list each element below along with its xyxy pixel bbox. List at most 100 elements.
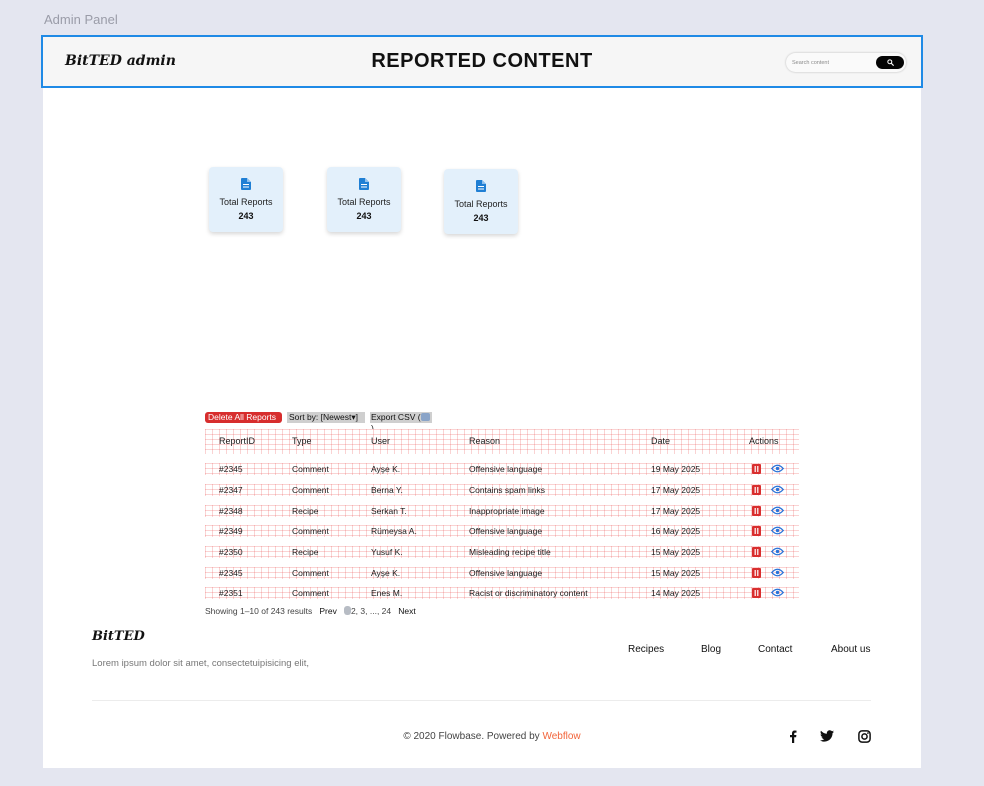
reason-cell: Contains spam links <box>469 485 546 495</box>
reason-cell: Offensive language <box>469 464 543 474</box>
eye-icon[interactable] <box>771 568 784 577</box>
date-cell: 17 May 2025 <box>651 506 701 516</box>
page-number-links[interactable]: 2, 3, ..., 24 <box>351 606 391 616</box>
type-cell: Recipe <box>292 547 319 557</box>
sort-dropdown[interactable]: Sort by: [Newest▾] <box>287 412 365 423</box>
trash-icon[interactable] <box>752 485 761 495</box>
footer-link-about-us[interactable]: About us <box>831 644 870 655</box>
export-csv-button[interactable]: Export CSV () <box>370 412 432 433</box>
admin-panel-label: Admin Panel <box>44 12 118 27</box>
prev-page-link[interactable]: Prev <box>319 606 336 616</box>
date-cell: 17 May 2025 <box>651 485 701 495</box>
table-row: #2350 Recipe Yusuf K. Misleading recipe tit… <box>205 546 799 558</box>
text-cursor-icon <box>343 606 351 615</box>
footer-link-contact[interactable]: Contact <box>758 644 792 655</box>
reason-cell: Offensive language <box>469 568 543 578</box>
eye-icon[interactable] <box>771 588 784 597</box>
date-cell: 15 May 2025 <box>651 568 701 578</box>
facebook-icon[interactable] <box>789 730 797 743</box>
stat-label: Total Reports <box>454 199 508 209</box>
footer-divider <box>92 700 871 701</box>
search-icon <box>886 59 894 66</box>
results-count: Showing 1–10 of 243 results <box>205 606 313 616</box>
table-row: #2345 Comment Ayşe K. Offensive language 19 … <box>205 463 799 475</box>
trash-icon[interactable] <box>752 464 761 474</box>
stat-value: 243 <box>473 213 489 223</box>
report-id-cell: #2345 <box>219 568 243 578</box>
date-cell: 15 May 2025 <box>651 547 701 557</box>
column-header[interactable]: ReportID <box>219 436 255 446</box>
trash-icon[interactable] <box>752 568 761 578</box>
instagram-icon[interactable] <box>858 730 871 743</box>
column-header[interactable]: Type <box>292 436 312 446</box>
footer-brand-logo[interactable]: BitTED <box>92 629 145 644</box>
column-header: Actions <box>749 436 779 446</box>
table-row: #2345 Comment Ayşe K. Offensive language 15 … <box>205 567 799 579</box>
trash-icon[interactable] <box>752 588 761 598</box>
document-icon <box>359 178 369 190</box>
eye-icon[interactable] <box>771 485 784 494</box>
webflow-link[interactable]: Webflow <box>542 731 580 742</box>
type-cell: Comment <box>292 588 329 598</box>
footer-link-recipes[interactable]: Recipes <box>628 644 664 655</box>
copyright-prefix: © 2020 Flowbase. Powered by <box>403 731 543 742</box>
twitter-icon[interactable] <box>820 730 834 742</box>
reason-cell: Racist or discriminatory content <box>469 588 588 598</box>
column-header[interactable]: User <box>371 436 390 446</box>
eye-icon[interactable] <box>771 506 784 515</box>
reason-cell: Inappropriate image <box>469 506 545 516</box>
column-header[interactable]: Date <box>651 436 670 446</box>
user-cell: Ayşe K. <box>371 568 401 578</box>
search-input[interactable] <box>786 53 872 72</box>
stat-card-total-reports: Total Reports 243 <box>209 167 283 232</box>
copyright-text: © 2020 Flowbase. Powered by Webflow <box>0 731 984 742</box>
top-header: BitTED admin REPORTED CONTENT <box>41 35 923 88</box>
chevron-down-icon: ▾] <box>351 412 358 422</box>
type-cell: Recipe <box>292 506 319 516</box>
user-cell: Berna Y. <box>371 485 403 495</box>
user-cell: Yusuf K. <box>371 547 403 557</box>
date-cell: 16 May 2025 <box>651 526 701 536</box>
stat-value: 243 <box>356 211 372 221</box>
date-cell: 14 May 2025 <box>651 588 701 598</box>
eye-icon[interactable] <box>771 526 784 535</box>
footer-link-blog[interactable]: Blog <box>701 644 721 655</box>
pagination: Showing 1–10 of 243 results Prev 2, 3, .… <box>205 606 416 616</box>
reason-cell: Misleading recipe title <box>469 547 551 557</box>
type-cell: Comment <box>292 464 329 474</box>
report-id-cell: #2351 <box>219 588 243 598</box>
export-label: Export CSV ( <box>371 412 421 422</box>
column-header[interactable]: Reason <box>469 436 500 446</box>
table-row: #2348 Recipe Serkan T. Inappropriate image 1… <box>205 505 799 517</box>
trash-icon[interactable] <box>752 506 761 516</box>
stat-value: 243 <box>238 211 254 221</box>
search-button[interactable] <box>876 56 904 69</box>
eye-icon[interactable] <box>771 464 784 473</box>
table-row: #2349 Comment Rümeysa A. Offensive language… <box>205 525 799 537</box>
eye-icon[interactable] <box>771 547 784 556</box>
trash-icon[interactable] <box>752 547 761 557</box>
document-icon <box>241 178 251 190</box>
user-cell: Enes M. <box>371 588 403 598</box>
type-cell: Comment <box>292 485 329 495</box>
trash-icon[interactable] <box>752 526 761 536</box>
stat-card-total-reports: Total Reports 243 <box>327 167 401 232</box>
stat-card-total-reports: Total Reports 243 <box>444 169 518 234</box>
download-icon <box>420 413 430 421</box>
type-cell: Comment <box>292 526 329 536</box>
user-cell: Ayşe K. <box>371 464 401 474</box>
user-cell: Rümeysa A. <box>371 526 417 536</box>
report-id-cell: #2348 <box>219 506 243 516</box>
sort-label: Sort by: [Newest <box>289 412 352 422</box>
type-cell: Comment <box>292 568 329 578</box>
report-id-cell: #2347 <box>219 485 243 495</box>
delete-all-reports-button[interactable]: Delete All Reports <box>205 412 282 423</box>
report-id-cell: #2350 <box>219 547 243 557</box>
next-page-link[interactable]: Next <box>398 606 415 616</box>
table-row: #2351 Comment Enes M. Racist or discriminat… <box>205 587 799 599</box>
stat-label: Total Reports <box>337 197 391 207</box>
user-cell: Serkan T. <box>371 506 407 516</box>
table-row: #2347 Comment Berna Y. Contains spam links 1… <box>205 484 799 496</box>
report-id-cell: #2345 <box>219 464 243 474</box>
stat-label: Total Reports <box>219 197 273 207</box>
